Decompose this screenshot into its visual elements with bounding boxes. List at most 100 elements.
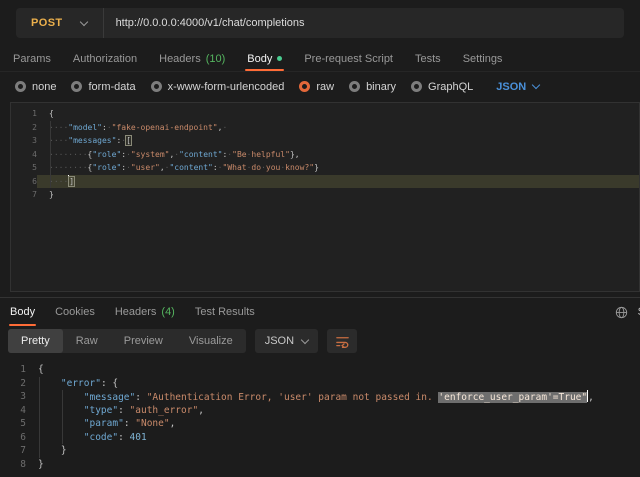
request-language-label: JSON (496, 81, 526, 93)
body-type-radio-form-data[interactable]: form-data (71, 81, 135, 93)
tab-label: Test Results (195, 306, 255, 318)
response-body-viewer[interactable]: 1{2 "error": {3 "message": "Authenticati… (0, 363, 640, 471)
line-content: ········{"role":·"system",·"content":·"B… (37, 148, 639, 162)
tab-label: Pre-request Script (304, 53, 393, 65)
line-content: { (26, 363, 640, 377)
code-line-5[interactable]: 5 "param": "None", (0, 417, 640, 431)
body-type-row: none form-data x-www-form-urlencoded raw bin… (0, 72, 640, 101)
tab-count-badge: (10) (206, 53, 226, 65)
request-tab-headers[interactable]: Headers (10) (148, 46, 236, 71)
code-line-7[interactable]: 7 } (0, 444, 640, 458)
view-tab-raw[interactable]: Raw (63, 329, 111, 353)
radio-icon (71, 81, 82, 92)
radio-icon (15, 81, 26, 92)
request-tab-settings[interactable]: Settings (452, 46, 514, 71)
tab-label: Headers (115, 306, 157, 318)
body-type-radio-none[interactable]: none (15, 81, 56, 93)
radio-label: none (32, 81, 56, 93)
tab-label: Settings (463, 53, 503, 65)
radio-label: raw (316, 81, 334, 93)
tab-label: Authorization (73, 53, 137, 65)
response-tab-body[interactable]: Body (0, 298, 45, 326)
globe-icon[interactable] (615, 306, 628, 319)
radio-icon (411, 81, 422, 92)
unsaved-changes-dot-icon (277, 56, 282, 61)
code-line-4[interactable]: 4 "type": "auth_error", (0, 404, 640, 418)
code-line-8[interactable]: 8} (0, 458, 640, 472)
chevron-down-icon (532, 81, 540, 89)
code-line-2[interactable]: 2 "error": { (0, 377, 640, 391)
response-section: Body Cookies Headers (4) Test Results S Pret… (0, 297, 640, 471)
line-content: } (37, 188, 639, 202)
request-body-editor[interactable]: 1{2····"model":·"fake-openai-endpoint",·… (10, 102, 640, 292)
line-content: "param": "None", (26, 417, 640, 431)
chevron-down-icon (79, 17, 87, 25)
indent-guide (62, 390, 63, 444)
request-tab-tests[interactable]: Tests (404, 46, 452, 71)
code-line-3[interactable]: 3 "message": "Authentication Error, 'use… (0, 390, 640, 404)
code-line-3[interactable]: 3····"messages":·[ (11, 134, 639, 148)
url-input[interactable] (104, 17, 624, 29)
radio-icon (151, 81, 162, 92)
response-view-switch: PrettyRawPreviewVisualize (8, 329, 246, 353)
radio-label: x-www-form-urlencoded (168, 81, 285, 93)
view-tab-preview[interactable]: Preview (111, 329, 176, 353)
chevron-down-icon (301, 335, 309, 343)
request-language-selector[interactable]: JSON (496, 81, 539, 93)
request-tab-params[interactable]: Params (2, 46, 62, 71)
line-number: 7 (0, 444, 26, 458)
body-type-radio-graphql[interactable]: GraphQL (411, 81, 473, 93)
response-tab-cookies[interactable]: Cookies (45, 298, 105, 326)
response-toolbar: PrettyRawPreviewVisualize JSON (0, 326, 640, 357)
view-tab-pretty[interactable]: Pretty (8, 329, 63, 353)
code-line-2[interactable]: 2····"model":·"fake-openai-endpoint",· (11, 121, 639, 135)
body-type-radio-raw[interactable]: raw (299, 81, 334, 93)
line-number: 5 (11, 161, 37, 175)
tab-label: Params (13, 53, 51, 65)
tab-label: Tests (415, 53, 441, 65)
radio-label: GraphQL (428, 81, 473, 93)
line-content: "error": { (26, 377, 640, 391)
line-number: 6 (11, 175, 37, 189)
response-language-label: JSON (265, 335, 294, 347)
tab-label: Cookies (55, 306, 95, 318)
code-line-6[interactable]: 6····] (11, 175, 639, 189)
line-number: 6 (0, 431, 26, 445)
line-content: ····"model":·"fake-openai-endpoint",· (37, 121, 639, 135)
indent-guide (50, 121, 51, 189)
body-type-radio-binary[interactable]: binary (349, 81, 396, 93)
code-line-7[interactable]: 7} (11, 188, 639, 202)
radio-icon (299, 81, 310, 92)
view-tab-visualize[interactable]: Visualize (176, 329, 246, 353)
request-tab-authorization[interactable]: Authorization (62, 46, 148, 71)
request-tab-body[interactable]: Body (236, 46, 293, 71)
line-number: 7 (11, 188, 37, 202)
tab-count-badge: (4) (161, 306, 174, 318)
method-selector[interactable]: POST (16, 8, 103, 38)
response-language-selector[interactable]: JSON (255, 329, 318, 353)
line-content: } (26, 444, 640, 458)
line-number: 5 (0, 417, 26, 431)
response-tab-test-results[interactable]: Test Results (185, 298, 265, 326)
text-wrap-icon (335, 334, 350, 349)
code-line-5[interactable]: 5········{"role":·"user",·"content":·"Wh… (11, 161, 639, 175)
body-type-radio-x-www-form-urlencoded[interactable]: x-www-form-urlencoded (151, 81, 285, 93)
wrap-lines-button[interactable] (327, 329, 357, 353)
request-tab-pre-request-script[interactable]: Pre-request Script (293, 46, 404, 71)
tab-label: Headers (159, 53, 201, 65)
response-tab-headers[interactable]: Headers (4) (105, 298, 185, 326)
code-line-6[interactable]: 6 "code": 401 (0, 431, 640, 445)
line-number: 4 (0, 404, 26, 418)
selected-text: 'enforce_user_param'=True" (438, 392, 587, 403)
code-line-4[interactable]: 4········{"role":·"system",·"content":·"… (11, 148, 639, 162)
line-content: "type": "auth_error", (26, 404, 640, 418)
response-meta-right: S (615, 298, 640, 326)
code-line-1[interactable]: 1{ (11, 107, 639, 121)
code-line-1[interactable]: 1{ (0, 363, 640, 377)
tab-label: Body (10, 306, 35, 318)
request-tabs: Params Authorization Headers (10) Body Pre-re… (0, 46, 640, 72)
line-content: ····"messages":·[ (37, 134, 639, 148)
request-url-row: POST (0, 0, 640, 46)
tab-label: Body (247, 53, 272, 65)
line-content: } (26, 458, 640, 472)
